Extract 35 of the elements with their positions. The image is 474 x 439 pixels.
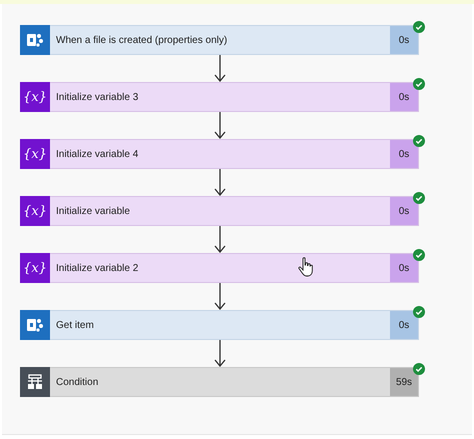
step-title: Condition [56,376,98,388]
step-title: Initialize variable 3 [56,92,138,102]
variable-icon: {x} [23,204,47,218]
step-title: When a file is created (properties only) [56,34,228,46]
step-title: Initialize variable 2 [56,262,138,274]
step-card[interactable]: Condition 59s [20,367,419,397]
step-duration: 0s [398,320,410,330]
hand-cursor-icon [298,257,314,277]
step-duration: 59s [396,376,412,388]
step-duration: 0s [398,206,410,216]
step-title: Get item [56,320,94,330]
down-arrow [214,169,226,196]
variable-icon: {x} [23,260,47,276]
step-duration: 0s [398,34,410,46]
down-arrow [214,226,226,253]
down-arrow [214,340,226,367]
step-duration: 0s [398,148,410,160]
sharepoint-icon [27,33,43,47]
branch-icon [27,374,43,390]
step-card[interactable]: Get item 0s [20,310,419,340]
step-card[interactable]: {x} Initialize variable 2 0s [20,253,419,283]
step-card[interactable]: {x} Initialize variable 0s [20,196,419,226]
variable-icon: {x} [23,146,47,162]
down-arrow [214,283,226,310]
step-card[interactable]: {x} Initialize variable 3 0s [20,82,419,112]
step-duration: 0s [398,92,410,102]
step-card[interactable]: When a file is created (properties only) 0s [20,25,419,55]
sharepoint-icon [27,318,43,332]
step-title: Initialize variable 4 [56,148,138,160]
variable-icon: {x} [23,90,47,104]
step-card[interactable]: {x} Initialize variable 4 0s [20,139,419,169]
step-duration: 0s [398,262,410,274]
down-arrow [214,112,226,139]
down-arrow [214,55,226,82]
step-title: Initialize variable [56,206,130,216]
